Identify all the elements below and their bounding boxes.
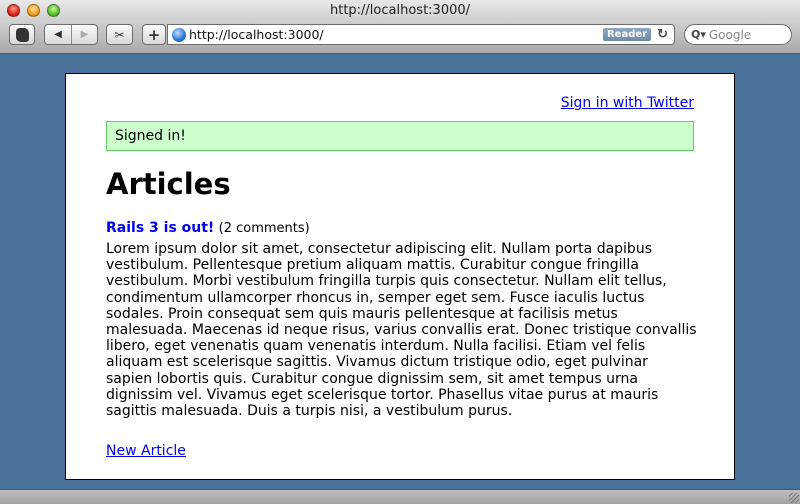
browser-titlebar: http://localhost:3000/ ◀ ▶ ✂ + http://lo…	[0, 0, 800, 54]
forward-arrow-icon: ▶	[80, 29, 89, 40]
article-header: Rails 3 is out! (2 comments)	[106, 220, 310, 236]
search-icon: Q▾	[691, 28, 706, 41]
reload-icon[interactable]: ↻	[657, 27, 668, 42]
evernote-button[interactable]	[9, 24, 35, 45]
comment-count: (2 comments)	[218, 221, 310, 236]
url-input[interactable]: http://localhost:3000/	[189, 27, 603, 42]
scissors-icon: ✂	[114, 27, 125, 42]
article-body: Lorem ipsum dolor sit amet, consectetur …	[106, 241, 697, 420]
globe-icon	[172, 27, 186, 42]
search-placeholder: Google	[708, 27, 752, 42]
back-arrow-icon: ◀	[54, 29, 62, 40]
reader-button[interactable]: Reader	[602, 28, 652, 41]
resize-grip-icon[interactable]	[789, 493, 799, 503]
status-bar	[0, 489, 800, 504]
page-title: Articles	[106, 167, 231, 201]
forward-button[interactable]: ▶	[70, 25, 97, 44]
window-title: http://localhost:3000/	[329, 3, 471, 18]
new-article-link[interactable]: New Article	[106, 443, 186, 459]
flash-notice: Signed in!	[106, 121, 694, 151]
article-title-link[interactable]: Rails 3 is out!	[106, 220, 214, 236]
add-bookmark-button[interactable]: +	[142, 24, 166, 45]
evernote-elephant-icon	[15, 27, 29, 42]
search-field[interactable]: Q▾ Google	[684, 24, 792, 45]
page-content: Sign in with Twitter Signed in! Articles…	[65, 73, 735, 480]
back-forward-buttons: ◀ ▶	[44, 24, 98, 45]
clip-button[interactable]: ✂	[106, 24, 133, 45]
sign-in-twitter-link[interactable]: Sign in with Twitter	[561, 95, 694, 111]
back-button[interactable]: ◀	[45, 25, 71, 44]
address-bar[interactable]: http://localhost:3000/ Reader ↻	[167, 24, 675, 45]
plus-icon: +	[147, 25, 161, 44]
